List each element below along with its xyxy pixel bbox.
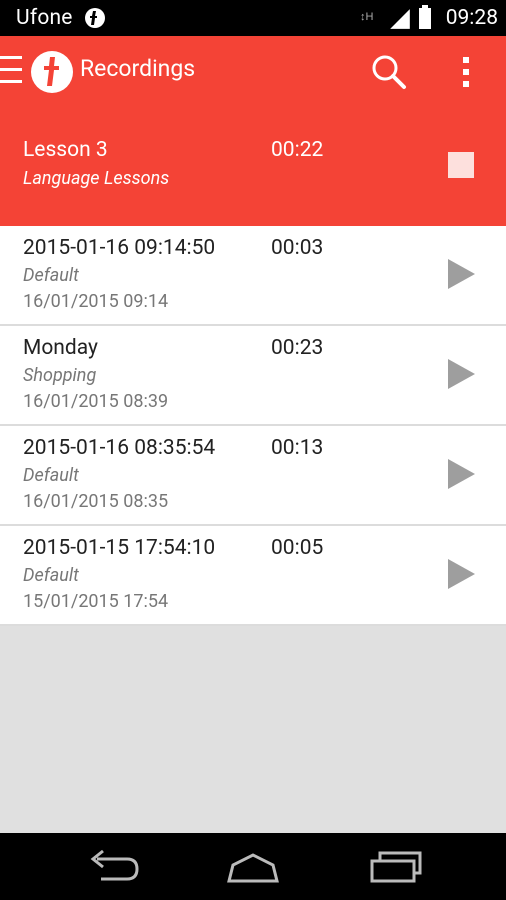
signal-icon xyxy=(390,9,410,29)
clock: 09:28 xyxy=(445,6,498,30)
recording-category: Default xyxy=(23,465,79,486)
recording-title: Monday xyxy=(23,336,98,360)
stop-icon xyxy=(448,152,474,178)
recording-title: 2015-01-16 09:14:50 xyxy=(23,236,216,260)
navigation-bar xyxy=(0,833,506,900)
recording-date: 16/01/2015 08:39 xyxy=(23,391,169,412)
play-icon[interactable] xyxy=(444,356,480,392)
now-playing-title: Lesson 3 xyxy=(23,138,108,162)
recording-date: 16/01/2015 09:14 xyxy=(23,291,169,312)
now-playing-duration: 00:22 xyxy=(271,138,324,162)
play-icon[interactable] xyxy=(444,556,480,592)
recording-title: 2015-01-16 08:35:54 xyxy=(23,436,216,460)
stop-button[interactable] xyxy=(447,151,475,179)
carrier-name: Ufone xyxy=(16,6,73,30)
app-bar: Recordings xyxy=(0,36,506,106)
data-h-icon: ↕H xyxy=(360,11,374,23)
recordings-list: 2015-01-16 09:14:50 00:03 Default 16/01/… xyxy=(0,226,506,626)
list-item[interactable]: 2015-01-15 17:54:10 00:05 Default 15/01/… xyxy=(0,526,506,626)
search-icon[interactable] xyxy=(364,48,412,96)
recording-duration: 00:13 xyxy=(271,436,324,460)
app-logo-icon xyxy=(31,51,73,93)
overflow-menu-icon[interactable] xyxy=(448,48,484,96)
recents-icon[interactable] xyxy=(366,847,426,887)
now-playing-item[interactable]: Lesson 3 00:22 Language Lessons xyxy=(0,106,506,226)
recording-date: 16/01/2015 08:35 xyxy=(23,491,169,512)
recording-duration: 00:05 xyxy=(271,536,324,560)
play-icon[interactable] xyxy=(444,256,480,292)
home-icon[interactable] xyxy=(223,847,283,887)
list-item[interactable]: Monday 00:23 Shopping 16/01/2015 08:39 xyxy=(0,326,506,426)
svg-text:↕H: ↕H xyxy=(360,11,374,23)
battery-icon xyxy=(419,5,431,29)
list-item[interactable]: 2015-01-16 08:35:54 00:13 Default 16/01/… xyxy=(0,426,506,526)
play-icon[interactable] xyxy=(444,456,480,492)
recording-date: 15/01/2015 17:54 xyxy=(23,591,169,612)
recording-duration: 00:23 xyxy=(271,336,324,360)
recording-title: 2015-01-15 17:54:10 xyxy=(23,536,216,560)
recording-category: Default xyxy=(23,265,79,286)
drawer-menu-icon[interactable] xyxy=(0,54,22,86)
recording-category: Default xyxy=(23,565,79,586)
now-playing-category: Language Lessons xyxy=(23,168,170,189)
recording-duration: 00:03 xyxy=(271,236,324,260)
back-icon[interactable] xyxy=(83,847,143,887)
ufone-logo-icon xyxy=(85,8,105,28)
status-bar: Ufone ↕H 09:28 xyxy=(0,0,506,36)
list-item[interactable]: 2015-01-16 09:14:50 00:03 Default 16/01/… xyxy=(0,226,506,326)
page-title: Recordings xyxy=(80,55,196,82)
recording-category: Shopping xyxy=(23,365,97,386)
